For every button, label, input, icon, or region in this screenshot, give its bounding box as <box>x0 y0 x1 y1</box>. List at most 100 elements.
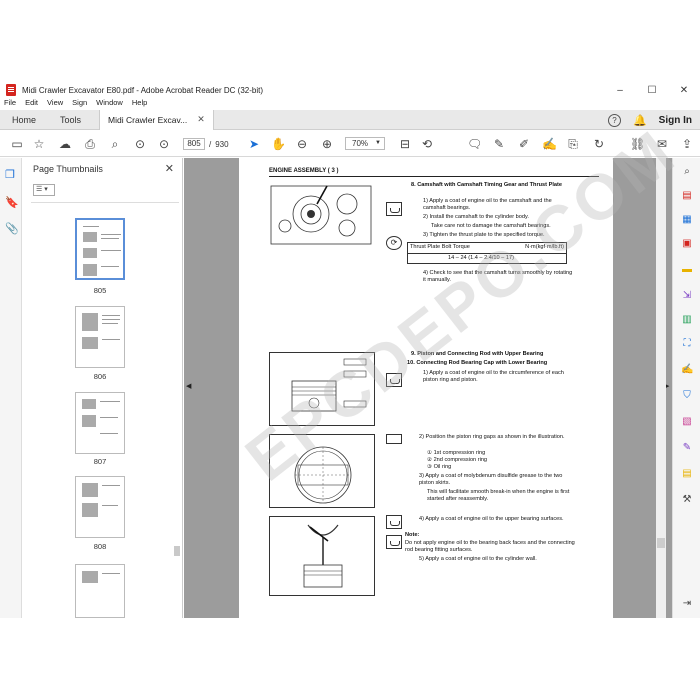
combine-files-icon[interactable]: ▦ <box>681 214 693 226</box>
thumbnail-label: 808 <box>93 542 107 551</box>
current-page-input[interactable]: 805 <box>183 138 205 150</box>
note-label: Note: <box>405 532 420 538</box>
stamp-tool-icon[interactable]: ▤ <box>681 468 693 480</box>
close-pane-icon[interactable]: ✕ <box>165 162 174 175</box>
minimize-button[interactable]: – <box>604 80 636 100</box>
bookmarks-icon[interactable]: 🔖 <box>5 196 19 209</box>
step10-3: 3) Apply a coat of molybdenum disulfide … <box>419 473 563 486</box>
window-title: Midi Crawler Excavator E80.pdf - Adobe A… <box>22 85 263 95</box>
torque-table: Thrust Plate Bolt Torque N·m(kgf·m/lb.ft… <box>407 242 567 264</box>
more-tools-icon[interactable]: ⚒ <box>681 494 693 506</box>
zoom-out-icon[interactable]: ⊖ <box>295 137 309 151</box>
scroll-thumb[interactable] <box>657 538 665 548</box>
piston-illustration <box>291 358 367 412</box>
comment-icon[interactable]: 🗨 <box>467 137 482 151</box>
document-scrollbar[interactable] <box>656 158 666 618</box>
link-icon[interactable]: ⛓ <box>630 137 645 151</box>
mail-icon[interactable]: ✉ <box>655 137 669 151</box>
tab-tools[interactable]: Tools <box>48 110 93 130</box>
undo-icon[interactable]: ↻ <box>592 137 606 151</box>
ring-gap-figure <box>269 434 375 508</box>
connecting-rod-illustration <box>303 524 343 588</box>
organize-pages-icon[interactable]: ▥ <box>681 314 693 326</box>
edit-pdf-icon[interactable]: ▣ <box>681 238 693 250</box>
menu-view[interactable]: View <box>47 98 63 110</box>
draw-icon[interactable]: ✐ <box>517 137 531 151</box>
menu-window[interactable]: Window <box>96 98 123 110</box>
save-icon[interactable]: ▭ <box>10 137 24 151</box>
send-signature-icon[interactable]: ✎ <box>681 442 693 454</box>
tab-document[interactable]: Midi Crawler Excav... ✕ <box>99 109 214 130</box>
fill-sign-tool-icon[interactable]: ✍ <box>681 364 693 376</box>
close-window-button[interactable]: ✕ <box>668 80 700 100</box>
redact-icon[interactable]: ▧ <box>681 416 693 428</box>
step9-title: 9. Piston and Connecting Rod with Upper … <box>411 351 544 357</box>
menu-bar: File Edit View Sign Window Help <box>0 98 147 110</box>
select-pointer-icon[interactable]: ➤ <box>247 137 261 151</box>
menu-help[interactable]: Help <box>132 98 147 110</box>
help-icon[interactable]: ? <box>607 113 621 127</box>
torque-value: 14 – 24 (1.4 – 2.4/10 – 17) <box>448 255 514 261</box>
page-thumbnails-icon[interactable]: ❐ <box>5 168 15 181</box>
sign-in-button[interactable]: Sign In <box>659 115 692 126</box>
step10-3b: This will facilitate smooth break-in whe… <box>427 489 570 502</box>
share-icon[interactable]: ⇪ <box>680 137 694 151</box>
print-icon[interactable]: ⎙ <box>83 137 97 151</box>
thumbnail-page[interactable] <box>75 476 125 538</box>
thumbnail-page[interactable] <box>75 564 125 618</box>
camshaft-figure <box>269 182 375 248</box>
tab-home[interactable]: Home <box>0 110 48 130</box>
zoom-select[interactable]: 70% ▼ <box>345 137 385 150</box>
page-up-icon[interactable]: ⊙ <box>133 137 147 151</box>
zoom-in-icon[interactable]: ⊕ <box>320 137 334 151</box>
highlight-pen-icon[interactable]: ✎ <box>492 137 506 151</box>
header-rule <box>269 176 599 177</box>
oil-can-icon <box>386 535 402 549</box>
scan-ocr-icon[interactable]: ⛶ <box>681 338 693 350</box>
collapse-left-icon[interactable]: ◀ <box>186 382 191 390</box>
attachments-icon[interactable]: 📎 <box>5 222 19 235</box>
protect-icon[interactable]: ⛉ <box>681 390 693 402</box>
camshaft-illustration <box>270 185 372 245</box>
thumbnail-page[interactable] <box>75 306 125 368</box>
step10-5: 5) Apply a coat of engine oil to the cyl… <box>419 556 537 562</box>
window-controls: – ☐ ✕ <box>604 80 700 100</box>
create-pdf-icon[interactable]: ▤ <box>681 190 693 202</box>
comment-tool-icon[interactable]: ▬ <box>681 264 693 276</box>
menu-file[interactable]: File <box>4 98 16 110</box>
ring2: ② 2nd compression ring <box>427 457 488 463</box>
bell-icon[interactable]: 🔔 <box>633 114 647 127</box>
menu-sign[interactable]: Sign <box>72 98 87 110</box>
hand-tool-icon[interactable]: ✋ <box>271 137 286 151</box>
thumbnail-options-button[interactable]: ☰ ▾ <box>33 184 55 196</box>
thumbnail-label: 806 <box>93 372 107 381</box>
oil-can-icon <box>386 515 402 529</box>
step8-3: 3) Tighten the thrust plate to the speci… <box>423 232 545 238</box>
menu-edit[interactable]: Edit <box>25 98 38 110</box>
pdf-page: ENGINE ASSEMBLY ( 3 ) ⟳ 8. Camshaft with… <box>239 158 613 618</box>
step8-4: 4) Check to see that the camshaft turns … <box>423 270 573 283</box>
thumbnail-page[interactable] <box>75 218 125 280</box>
tab-bar-right: ? 🔔 Sign In <box>607 110 692 130</box>
left-navigation-rail: ❐ 🔖 📎 <box>0 158 22 618</box>
zoom-search-icon[interactable]: ⌕ <box>681 166 693 178</box>
fill-sign-icon[interactable]: ✍ <box>542 137 557 151</box>
thumbnails-scrollbar[interactable] <box>174 546 180 556</box>
page-display-icon[interactable]: ⊟ <box>398 137 412 151</box>
rotate-icon[interactable]: ⟲ <box>420 137 434 151</box>
thumbnails-header: Page Thumbnails <box>33 164 103 174</box>
chevron-down-icon: ▼ <box>375 140 381 146</box>
close-tab-icon[interactable]: ✕ <box>197 114 205 125</box>
stamp-icon[interactable]: ⎘ <box>566 137 580 151</box>
thumbnail-page[interactable] <box>75 392 125 454</box>
thumbnails-pane: Page Thumbnails ✕ ☰ ▾ 805 806 807 808 <box>23 158 183 618</box>
upload-cloud-icon[interactable]: ☁ <box>58 137 72 151</box>
page-down-icon[interactable]: ⊙ <box>157 137 171 151</box>
export-pdf-icon[interactable]: ⇲ <box>681 290 693 302</box>
expand-pane-icon[interactable]: ⇥ <box>681 598 693 610</box>
step8-1: 1) Apply a coat of engine oil to the cam… <box>423 198 552 211</box>
oil-can-icon <box>386 202 402 216</box>
search-icon[interactable]: ⌕ <box>108 137 122 151</box>
maximize-button[interactable]: ☐ <box>636 80 668 100</box>
bookmark-star-icon[interactable]: ☆ <box>32 137 46 151</box>
